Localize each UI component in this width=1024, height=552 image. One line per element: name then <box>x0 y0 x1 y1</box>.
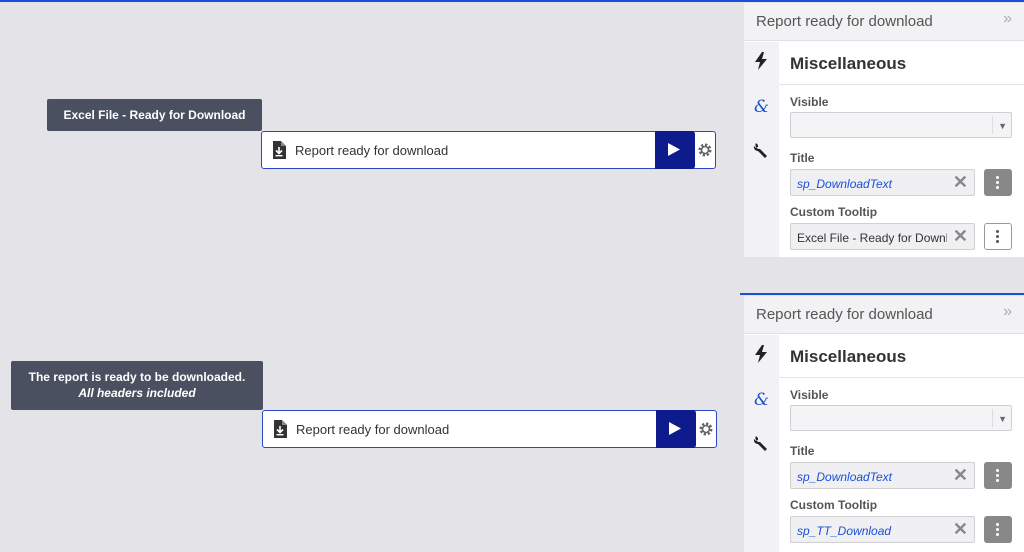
double-chevron-right-icon[interactable]: » <box>1003 303 1012 321</box>
run-button[interactable] <box>656 410 696 448</box>
title-options-button[interactable] <box>984 169 1012 196</box>
divider <box>779 377 1024 378</box>
gear-icon[interactable] <box>698 421 714 437</box>
title-label: Title <box>790 151 815 165</box>
visible-label: Visible <box>790 388 829 402</box>
divider <box>779 84 1024 85</box>
kebab-icon <box>996 176 999 189</box>
double-chevron-right-icon[interactable]: » <box>1003 10 1012 28</box>
top-accent-line <box>0 0 1024 2</box>
play-icon <box>669 422 681 435</box>
visible-select[interactable]: ▼ <box>790 405 1012 431</box>
close-icon[interactable]: ✕ <box>953 226 968 247</box>
title-field[interactable]: sp_DownloadText ✕ <box>790 462 975 489</box>
panel-title: Report ready for download <box>756 306 933 323</box>
tooltip-excel: Excel File - Ready for Download <box>47 99 262 131</box>
download-label: Report ready for download <box>296 422 450 437</box>
wrench-icon[interactable] <box>753 434 769 452</box>
title-value: sp_DownloadText <box>797 470 892 484</box>
download-label: Report ready for download <box>295 143 449 158</box>
tooltip-report: The report is ready to be downloaded. Al… <box>11 361 263 410</box>
visible-select[interactable]: ▼ <box>790 112 1012 138</box>
panel-content: Miscellaneous Visible ▼ Title sp_Downloa… <box>779 335 1024 552</box>
section-title: Miscellaneous <box>790 347 907 366</box>
wrench-icon[interactable] <box>753 141 769 159</box>
title-label: Title <box>790 444 815 458</box>
kebab-icon <box>996 469 999 482</box>
tooltip-label: Custom Tooltip <box>790 205 878 219</box>
tooltip-value: Excel File - Ready for Download <box>797 231 947 245</box>
visible-label: Visible <box>790 95 829 109</box>
tooltip-value: sp_TT_Download <box>797 524 892 538</box>
section-title: Miscellaneous <box>790 54 907 73</box>
tooltip-field[interactable]: Excel File - Ready for Download ✕ <box>790 223 975 250</box>
title-field[interactable]: sp_DownloadText ✕ <box>790 169 975 196</box>
download-control-1[interactable]: Report ready for download <box>261 131 716 169</box>
tooltip-line2: All headers included <box>78 386 196 400</box>
download-control-2[interactable]: Report ready for download <box>262 410 717 448</box>
caret-down-icon: ▼ <box>998 121 1007 131</box>
title-options-button[interactable] <box>984 462 1012 489</box>
panel-content: Miscellaneous Visible ▼ Title sp_Downloa… <box>779 42 1024 257</box>
panel-header: Report ready for download » <box>744 3 1024 41</box>
panel-rail: & <box>744 335 779 552</box>
caret-down-icon: ▼ <box>998 414 1007 424</box>
divider <box>992 409 993 427</box>
svg-text:&: & <box>754 97 769 115</box>
title-value: sp_DownloadText <box>797 177 892 191</box>
kebab-icon <box>996 230 999 243</box>
tooltip-label: Custom Tooltip <box>790 498 878 512</box>
selection-accent-line <box>740 293 1024 295</box>
ampersand-icon[interactable]: & <box>753 390 769 408</box>
run-button[interactable] <box>655 131 695 169</box>
ampersand-icon[interactable]: & <box>753 97 769 115</box>
panel-rail: & <box>744 42 779 257</box>
gear-icon[interactable] <box>697 142 713 158</box>
play-icon <box>668 143 680 156</box>
close-icon[interactable]: ✕ <box>953 465 968 486</box>
close-icon[interactable]: ✕ <box>953 172 968 193</box>
tooltip-line1: The report is ready to be downloaded. <box>28 370 246 384</box>
file-download-icon <box>274 420 287 438</box>
panel-title: Report ready for download <box>756 13 933 30</box>
kebab-icon <box>996 523 999 536</box>
tooltip-field[interactable]: sp_TT_Download ✕ <box>790 516 975 543</box>
lightning-icon[interactable] <box>753 52 769 70</box>
properties-panel-1: Report ready for download » & Miscellane… <box>744 3 1024 257</box>
tooltip-text: Excel File - Ready for Download <box>63 108 246 122</box>
file-download-icon <box>273 141 286 159</box>
properties-panel-2: Report ready for download » & Miscellane… <box>744 296 1024 552</box>
divider <box>992 116 993 134</box>
tooltip-options-button[interactable] <box>984 223 1012 250</box>
panel-header: Report ready for download » <box>744 296 1024 334</box>
svg-text:&: & <box>754 390 769 408</box>
tooltip-options-button[interactable] <box>984 516 1012 543</box>
close-icon[interactable]: ✕ <box>953 519 968 540</box>
lightning-icon[interactable] <box>753 345 769 363</box>
